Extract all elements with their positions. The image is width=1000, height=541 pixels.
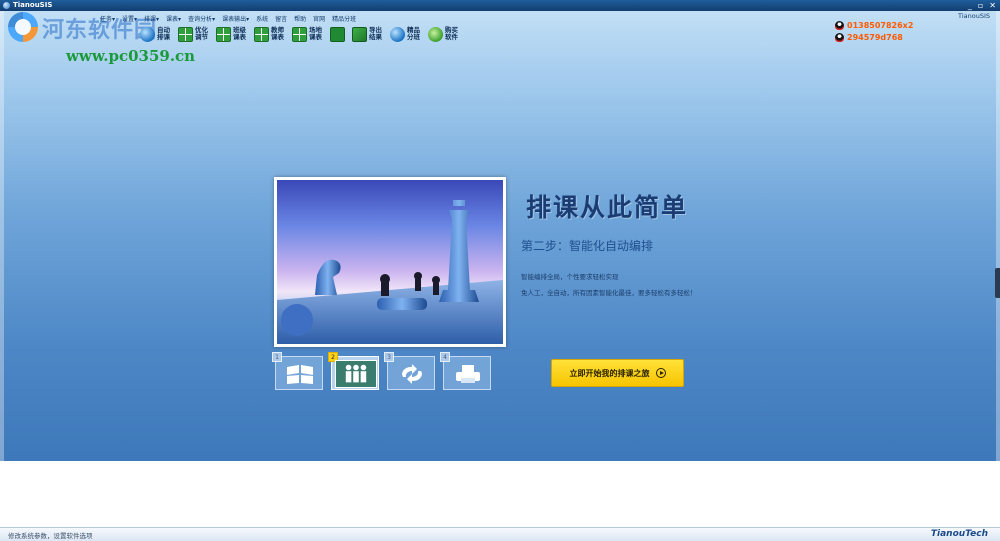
grid-icon — [178, 26, 193, 42]
side-collapse-handle[interactable] — [995, 268, 1000, 298]
grid-icon — [292, 26, 307, 42]
grid-icon — [254, 26, 269, 42]
watermark-logo-icon — [8, 12, 38, 42]
export-icon — [352, 26, 367, 42]
step-number: 1 — [272, 352, 282, 362]
class-split-button[interactable]: 精品分班 — [388, 23, 423, 45]
room-timetable-button[interactable]: 场地课表 — [290, 23, 325, 45]
step-tile-4[interactable]: 4 — [440, 352, 491, 390]
recycle-icon — [402, 364, 422, 384]
step-tile-2[interactable]: 2 — [328, 352, 379, 390]
qq-number[interactable]: 294579d768 — [847, 33, 903, 42]
globe-icon — [140, 26, 155, 42]
menu-item-timetable[interactable]: 课表▾ — [166, 14, 181, 23]
hero-description-2: 免人工，全自动，所有因素智能化最佳，要多轻松有多轻松！ — [521, 289, 697, 297]
schedule-grid-icon — [287, 365, 313, 384]
phone-row: 0138507826x2 — [835, 19, 913, 31]
contact-info: 0138507826x2 294579d768 — [835, 19, 913, 43]
watermark-url: www.pc0359.cn — [66, 47, 196, 65]
restore-button[interactable]: ▫ — [978, 0, 983, 11]
menu-item-message[interactable]: 留言 — [275, 14, 287, 23]
menu-item-class-split[interactable]: 精品分班 — [332, 14, 356, 23]
grid-icon — [216, 26, 231, 42]
workspace-edge-right — [996, 11, 1000, 461]
toolbar: 自动排课 优化调节 班级课表 教师课表 场地课表 导出结果 精品分班 购买软件 — [138, 23, 461, 45]
menu-item-schedule[interactable]: 排课▾ — [144, 14, 159, 23]
hero-description-1: 智能编排全局，个性要求轻松实现 — [521, 273, 619, 281]
menu-item-query[interactable]: 查询分析▾ — [188, 14, 215, 23]
export-button[interactable]: 导出结果 — [350, 23, 385, 45]
step-number: 3 — [384, 352, 394, 362]
qq-icon — [835, 32, 844, 42]
menu-item-website[interactable]: 官网 — [313, 14, 325, 23]
brand-label-top: TianouSIS — [958, 12, 990, 20]
step-number: 4 — [440, 352, 450, 362]
phone-number[interactable]: 0138507826x2 — [847, 21, 913, 30]
menu-item-settings[interactable]: 设置▾ — [122, 14, 137, 23]
step-tile-3[interactable]: 3 — [384, 352, 435, 390]
auto-schedule-button[interactable]: 自动排课 — [138, 23, 173, 45]
globe-icon — [390, 26, 405, 42]
hero-title: 排课从此简单 — [526, 193, 689, 222]
brand-label-bottom: TianouTech — [930, 529, 988, 539]
optimize-button[interactable]: 优化调节 — [176, 23, 211, 45]
class-timetable-button[interactable]: 班级课表 — [214, 23, 249, 45]
save-button[interactable] — [328, 23, 347, 45]
qq-row: 294579d768 — [835, 31, 913, 43]
step-tile-1[interactable]: 1 — [272, 352, 323, 390]
hero-chess-image — [274, 177, 506, 347]
chess-illustration — [277, 200, 503, 344]
app-icon — [3, 2, 10, 9]
status-text: 修改系统参数，设置软件选项 — [8, 532, 93, 540]
teacher-timetable-button[interactable]: 教师课表 — [252, 23, 287, 45]
people-icon — [335, 360, 377, 388]
printer-icon — [456, 365, 480, 383]
arrow-right-icon — [655, 368, 666, 378]
buy-software-button[interactable]: 购买软件 — [426, 23, 461, 45]
start-button-label: 立即开始我的排课之旅 — [569, 368, 650, 378]
menu-item-help[interactable]: 帮助 — [294, 14, 306, 23]
window-controls: _ ▫ ✕ — [968, 0, 996, 11]
menu-item-task[interactable]: 任务▾ — [100, 14, 115, 23]
green-icon — [428, 26, 443, 42]
workspace-edge-left — [0, 11, 4, 461]
start-scheduling-button[interactable]: 立即开始我的排课之旅 — [551, 359, 684, 387]
close-button[interactable]: ✕ — [989, 0, 996, 11]
menu-bar: 任务▾ 设置▾ 排课▾ 课表▾ 查询分析▾ 课表输出▾ 系统 留言 帮助 官网 … — [100, 14, 356, 23]
menu-item-system[interactable]: 系统 — [256, 14, 268, 23]
save-icon — [330, 26, 345, 42]
menu-item-output[interactable]: 课表输出▾ — [222, 14, 249, 23]
phone-icon — [835, 20, 844, 30]
status-bar: 修改系统参数，设置软件选项 TianouTech — [0, 527, 1000, 541]
hero-step-title: 第二步：智能化自动编排 — [521, 239, 654, 253]
minimize-button[interactable]: _ — [968, 0, 972, 11]
